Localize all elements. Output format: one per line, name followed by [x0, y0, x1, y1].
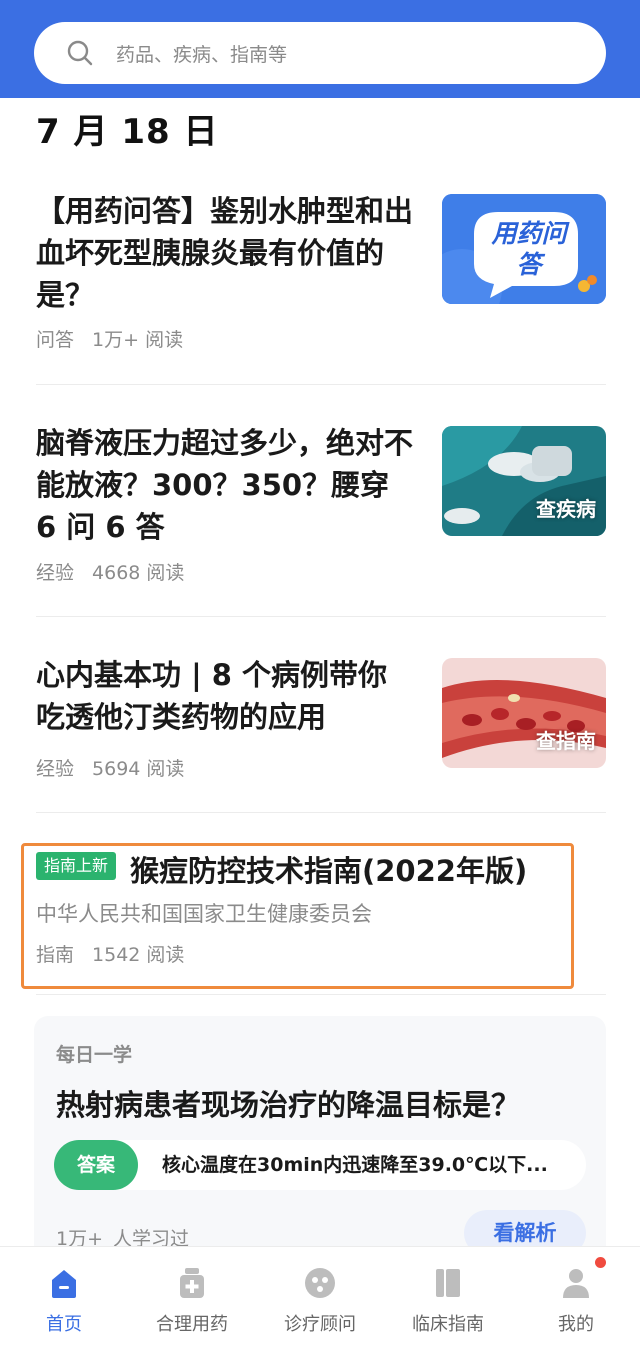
- consult-icon: [305, 1268, 335, 1298]
- book-icon: [436, 1269, 460, 1297]
- bottom-nav: 首页 合理用药 诊疗顾问 临床指南 我的: [0, 1246, 640, 1347]
- nav-item-guides[interactable]: 临床指南: [384, 1247, 512, 1347]
- daily-question[interactable]: 热射病患者现场治疗的降温目标是？: [56, 1082, 520, 1124]
- guide-organization: 中华人民共和国国家卫生健康委员会: [36, 902, 372, 926]
- search-placeholder: 药品、疾病、指南等: [116, 43, 288, 66]
- daily-label: 每日一学: [56, 1044, 133, 1066]
- nav-label: 合理用药: [156, 1314, 228, 1335]
- article-meta: 问答 1万+ 阅读: [36, 325, 183, 352]
- guide-meta: 指南 1542 阅读: [36, 940, 184, 967]
- article-reads: 5694 阅读: [92, 758, 185, 780]
- article-card[interactable]: 心内基本功 | 8 个病例带你吃透他汀类药物的应用 经验 5694 阅读 查指南: [36, 654, 606, 794]
- nav-label: 首页: [46, 1314, 82, 1335]
- article-title[interactable]: 【用药问答】鉴别水肿型和出血坏死型胰腺炎最有价值的是？: [36, 190, 416, 316]
- date-heading: 7 月 18 日: [36, 112, 219, 152]
- search-icon: [67, 40, 93, 66]
- medicine-box-icon: [180, 1268, 204, 1298]
- nav-item-consult[interactable]: 诊疗顾问: [256, 1247, 384, 1347]
- article-reads: 1万+ 阅读: [92, 329, 184, 351]
- guide-category: 指南: [36, 944, 75, 966]
- user-icon: [563, 1269, 589, 1298]
- nav-item-profile[interactable]: 我的: [512, 1247, 640, 1347]
- thumb-badge: 查疾病: [536, 497, 596, 521]
- notification-dot: [595, 1257, 606, 1268]
- answer-row[interactable]: 答案 核心温度在30min内迅速降至39.0℃以下...: [54, 1140, 586, 1190]
- new-guide-tag: 指南上新: [36, 852, 116, 880]
- divider: [36, 616, 606, 617]
- article-card[interactable]: 【用药问答】鉴别水肿型和出血坏死型胰腺炎最有价值的是？ 问答 1万+ 阅读 用药问…: [36, 190, 606, 360]
- daily-learning-card[interactable]: 每日一学 热射病患者现场治疗的降温目标是？ 答案 核心温度在30min内迅速降至…: [34, 1016, 606, 1276]
- thumb-text: 用药问答: [491, 219, 567, 279]
- article-category: 问答: [36, 329, 75, 351]
- home-icon: [52, 1270, 76, 1298]
- article-reads: 4668 阅读: [92, 562, 185, 584]
- article-category: 经验: [36, 758, 75, 780]
- guide-title[interactable]: 猴痘防控技术指南(2022年版): [130, 848, 527, 890]
- article-card[interactable]: 脑脊液压力超过多少，绝对不能放液？300？350？腰穿 6 问 6 答 经验 46…: [36, 422, 606, 592]
- answer-text: 核心温度在30min内迅速降至39.0℃以下...: [162, 1154, 548, 1176]
- article-title[interactable]: 心内基本功 | 8 个病例带你吃透他汀类药物的应用: [36, 654, 416, 738]
- divider: [36, 812, 606, 813]
- article-category: 经验: [36, 562, 75, 584]
- nav-label: 诊疗顾问: [284, 1314, 356, 1335]
- answer-pill: 答案: [54, 1140, 138, 1190]
- article-thumbnail[interactable]: 查指南: [442, 658, 606, 768]
- article-thumbnail[interactable]: 查疾病: [442, 426, 606, 536]
- article-title[interactable]: 脑脊液压力超过多少，绝对不能放液？300？350？腰穿 6 问 6 答: [36, 422, 416, 548]
- article-meta: 经验 4668 阅读: [36, 558, 184, 585]
- search-bar[interactable]: 药品、疾病、指南等: [34, 22, 606, 84]
- top-header: 药品、疾病、指南等: [0, 0, 640, 98]
- divider: [36, 994, 606, 995]
- article-meta: 经验 5694 阅读: [36, 754, 184, 781]
- nav-item-medicine[interactable]: 合理用药: [128, 1247, 256, 1347]
- nav-item-home[interactable]: 首页: [0, 1247, 128, 1347]
- article-thumbnail[interactable]: 用药问答: [442, 194, 606, 304]
- nav-label: 我的: [558, 1314, 594, 1335]
- nav-label: 临床指南: [412, 1314, 484, 1335]
- divider: [36, 384, 606, 385]
- thumb-badge: 查指南: [536, 729, 596, 753]
- guide-reads: 1542 阅读: [92, 944, 185, 966]
